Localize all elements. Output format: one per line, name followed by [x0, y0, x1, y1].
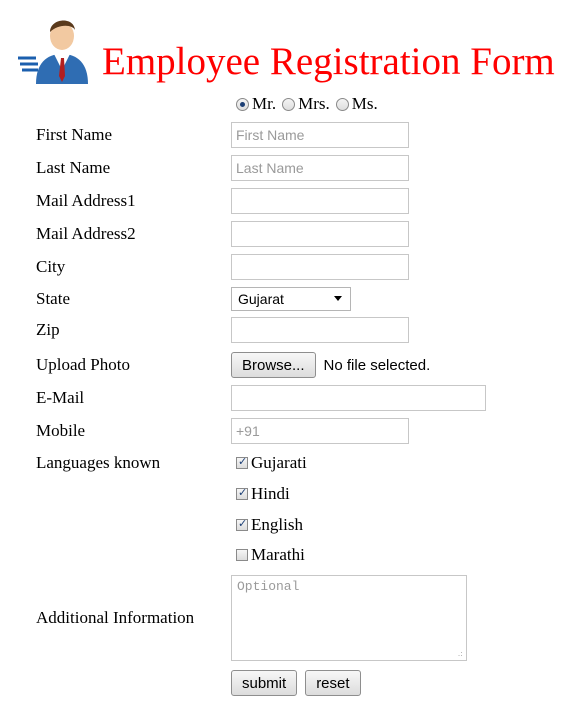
last-name-input[interactable] [231, 155, 409, 181]
language-hindi[interactable]: Hindi [236, 479, 290, 509]
mobile-input[interactable] [231, 418, 409, 444]
state-select[interactable]: Gujarat [231, 287, 351, 311]
email-input[interactable] [231, 385, 486, 411]
mobile-label: Mobile [36, 421, 86, 440]
radio-icon[interactable] [236, 97, 249, 111]
checkbox-icon[interactable] [236, 486, 248, 500]
file-status: No file selected. [323, 356, 431, 374]
salutation-ms[interactable]: Ms. [335, 94, 378, 114]
mail1-row: Mail Address1 [0, 186, 571, 216]
email-row: E-Mail [0, 383, 571, 413]
radio-icon[interactable] [335, 97, 349, 111]
city-row: City [0, 252, 571, 282]
salutation-mr[interactable]: Mr. [236, 94, 276, 114]
state-row: State Gujarat [0, 284, 571, 314]
radio-icon[interactable] [282, 97, 296, 111]
additional-placeholder: Optional [237, 579, 300, 594]
state-selected-value: Gujarat [238, 291, 284, 307]
last-name-row: Last Name [0, 153, 571, 183]
additional-label: Additional Information [36, 608, 195, 627]
zip-input[interactable] [231, 317, 409, 343]
state-label: State [36, 289, 70, 308]
mail2-label: Mail Address2 [36, 224, 136, 243]
mail2-input[interactable] [231, 221, 409, 247]
photo-row: Upload Photo Browse... No file selected. [0, 350, 571, 380]
photo-label: Upload Photo [36, 355, 130, 374]
zip-label: Zip [36, 320, 60, 339]
salutation-group: Mr. Mrs. Ms. [236, 93, 384, 115]
city-input[interactable] [231, 254, 409, 280]
resize-grip-icon[interactable]: .: [458, 649, 463, 658]
email-label: E-Mail [36, 388, 85, 407]
checkbox-icon[interactable] [236, 549, 248, 561]
language-marathi[interactable]: Marathi [236, 540, 305, 570]
language-gujarati[interactable]: Gujarati [236, 448, 307, 478]
reset-button[interactable]: reset [305, 670, 361, 696]
city-label: City [36, 257, 66, 276]
form-header: Employee Registration Form [18, 8, 568, 88]
salutation-mrs[interactable]: Mrs. [282, 94, 330, 114]
file-upload: Browse... No file selected. [231, 352, 430, 378]
first-name-input[interactable] [231, 122, 409, 148]
mail1-label: Mail Address1 [36, 191, 136, 210]
first-name-label: First Name [36, 125, 113, 144]
chevron-down-icon [334, 296, 342, 301]
mail1-input[interactable] [231, 188, 409, 214]
checkbox-icon[interactable] [236, 517, 248, 531]
mobile-row: Mobile [0, 416, 571, 446]
last-name-label: Last Name [36, 158, 111, 177]
submit-button[interactable]: submit [231, 670, 298, 696]
languages-label: Languages known [36, 453, 161, 472]
employee-user-icon [18, 20, 88, 84]
additional-info-textarea[interactable]: Optional .: [231, 575, 467, 661]
language-english[interactable]: English [236, 510, 303, 540]
browse-button[interactable]: Browse... [231, 352, 316, 378]
form-actions: submit reset [231, 670, 361, 696]
page-title: Employee Registration Form [102, 40, 555, 83]
first-name-row: First Name [0, 120, 571, 150]
checkbox-icon[interactable] [236, 455, 248, 469]
mail2-row: Mail Address2 [0, 219, 571, 249]
zip-row: Zip [0, 315, 571, 345]
